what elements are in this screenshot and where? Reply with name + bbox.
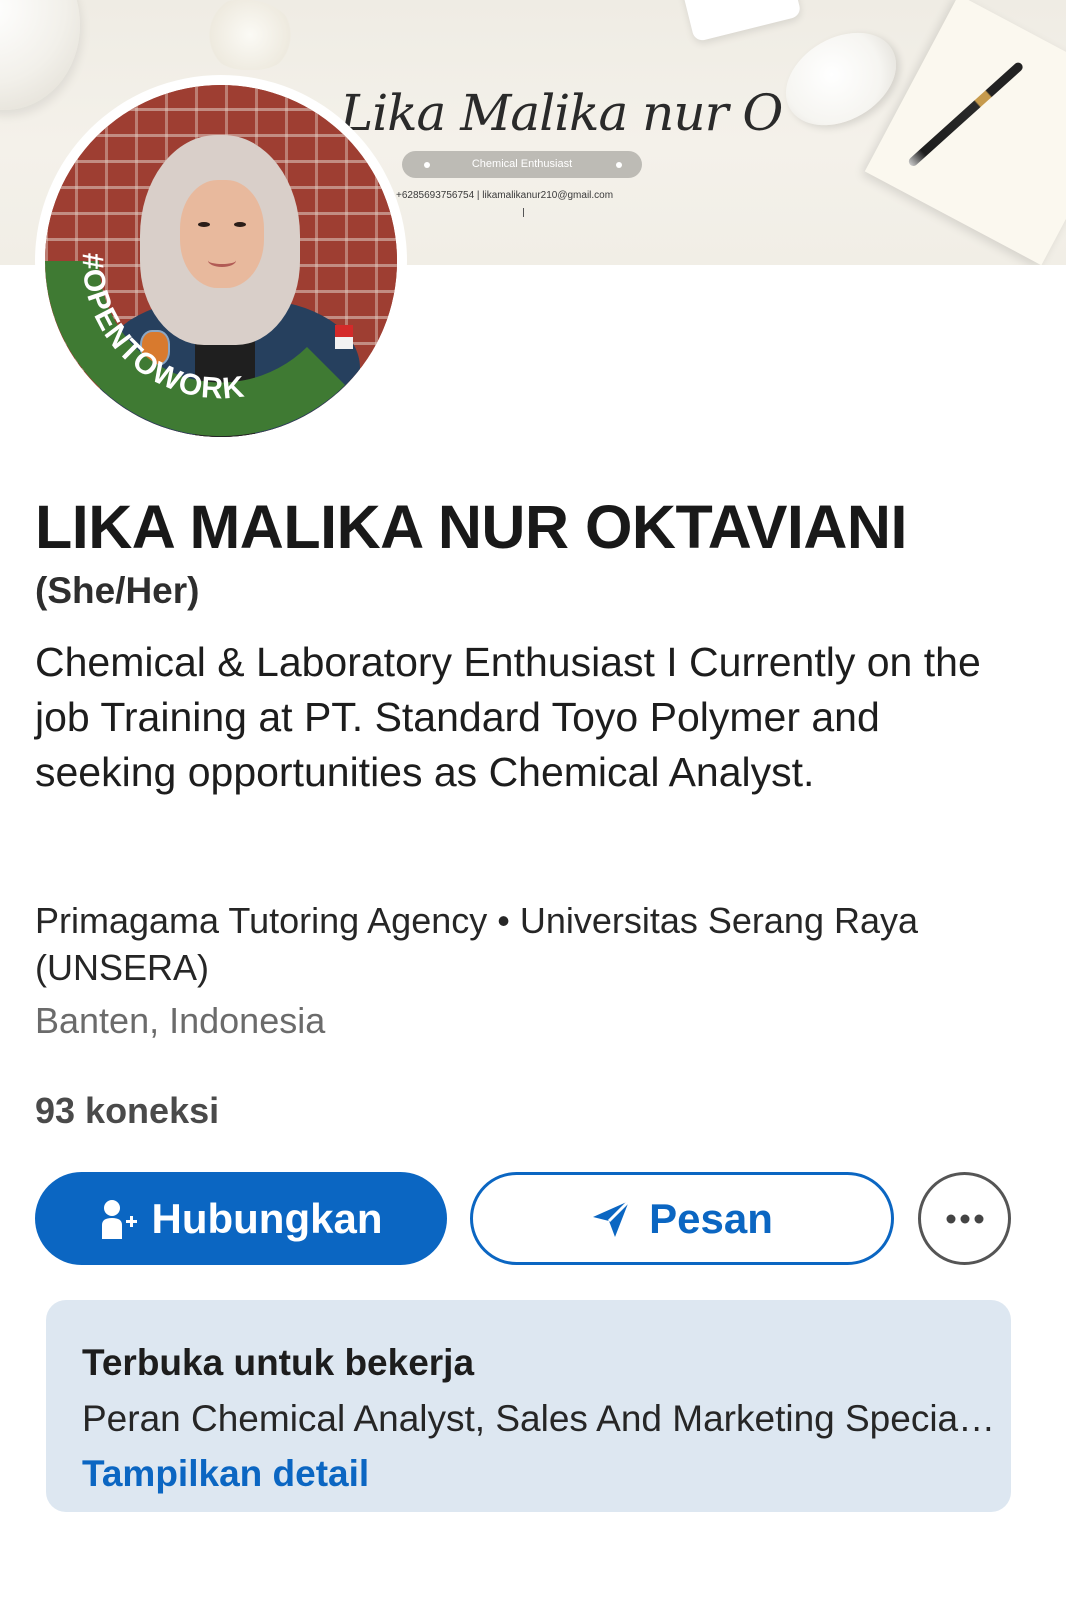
profile-pronouns: (She/Her) — [35, 570, 200, 611]
profile-name: LIKA MALIKA NUR OKTAVIANI — [35, 493, 907, 561]
message-button-label: Pesan — [649, 1194, 773, 1242]
open-to-work-card[interactable]: Terbuka untuk bekerja Peran Chemical Ana… — [46, 1300, 1011, 1512]
banner-name-script: Lika Malika nur O — [340, 84, 783, 142]
open-to-work-title: Terbuka untuk bekerja — [82, 1342, 475, 1383]
connect-button-label: Hubungkan — [151, 1194, 383, 1242]
banner-tagline-pill: Chemical Enthusiast — [402, 151, 642, 178]
profile-headline: Chemical & Laboratory Enthusiast I Curre… — [35, 639, 981, 795]
message-button[interactable]: Pesan — [470, 1172, 894, 1265]
banner-notepad — [864, 0, 1066, 265]
profile-affiliations[interactable]: Primagama Tutoring Agency • Universitas … — [35, 897, 1025, 991]
add-person-icon — [101, 1199, 137, 1239]
banner-contact: +6285693756754 | likamalikanur210@gmail.… — [396, 190, 614, 217]
profile-connections[interactable]: 93 koneksi — [35, 1090, 219, 1132]
more-icon — [946, 1214, 983, 1223]
send-icon — [593, 1199, 631, 1237]
avatar-photo: #OPENTOWORK — [45, 85, 397, 437]
profile-avatar[interactable]: #OPENTOWORK — [35, 75, 407, 447]
connect-button[interactable]: Hubungkan — [35, 1172, 447, 1265]
show-details-link[interactable]: Tampilkan detail — [82, 1453, 369, 1495]
banner-tagline: Chemical Enthusiast — [471, 158, 573, 170]
more-actions-button[interactable] — [918, 1172, 1011, 1265]
pill-dot — [424, 162, 430, 168]
profile-location: Banten, Indonesia — [35, 1000, 326, 1041]
opentowork-frame: #OPENTOWORK — [45, 253, 345, 437]
banner-flower — [205, 0, 295, 70]
pill-dot — [616, 162, 622, 168]
banner-divider — [523, 208, 524, 217]
banner-keyboard — [678, 0, 802, 43]
banner-contact-text: +6285693756754 | likamalikanur210@gmail.… — [396, 190, 614, 201]
open-to-work-roles: Peran Chemical Analyst, Sales And Market… — [82, 1398, 1002, 1439]
